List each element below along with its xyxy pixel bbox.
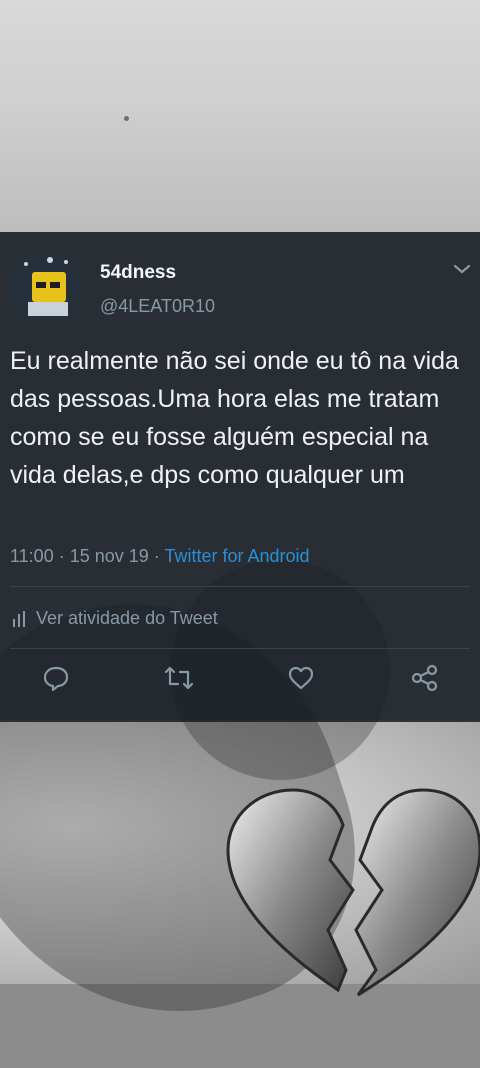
broken-heart-emoji bbox=[218, 780, 480, 1010]
reply-icon[interactable] bbox=[42, 664, 72, 694]
meta-separator: · bbox=[148, 546, 165, 566]
tweet-card[interactable]: 54dness @4LEAT0R10 Eu realmente não sei … bbox=[0, 232, 480, 722]
divider bbox=[10, 648, 470, 649]
activity-label: Ver atividade do Tweet bbox=[36, 608, 218, 628]
background-speck bbox=[124, 116, 129, 121]
cartoon-avatar-icon bbox=[10, 252, 82, 324]
tweet-meta: 11:00 · 15 nov 19 · Twitter for Android bbox=[10, 546, 310, 567]
tweet-activity-link[interactable]: Ver atividade do Tweet bbox=[12, 608, 218, 629]
retweet-icon[interactable] bbox=[164, 664, 194, 694]
tweet-source-link[interactable]: Twitter for Android bbox=[164, 546, 309, 566]
user-handle[interactable]: @4LEAT0R10 bbox=[100, 296, 215, 317]
bar-chart-icon bbox=[13, 610, 25, 627]
chevron-down-icon[interactable] bbox=[452, 262, 472, 276]
tweet-date: 15 nov 19 bbox=[69, 546, 149, 566]
share-icon[interactable] bbox=[410, 664, 440, 694]
background-top bbox=[0, 0, 480, 232]
tweet-time: 11:00 bbox=[10, 546, 54, 566]
divider bbox=[10, 586, 470, 587]
display-name[interactable]: 54dness bbox=[100, 262, 176, 284]
tweet-text: Eu realmente não sei onde eu tô na vida … bbox=[10, 347, 459, 489]
heart-icon[interactable] bbox=[287, 664, 317, 694]
avatar[interactable] bbox=[10, 252, 82, 324]
tweet-actions bbox=[0, 664, 480, 704]
meta-separator: · bbox=[53, 546, 70, 566]
